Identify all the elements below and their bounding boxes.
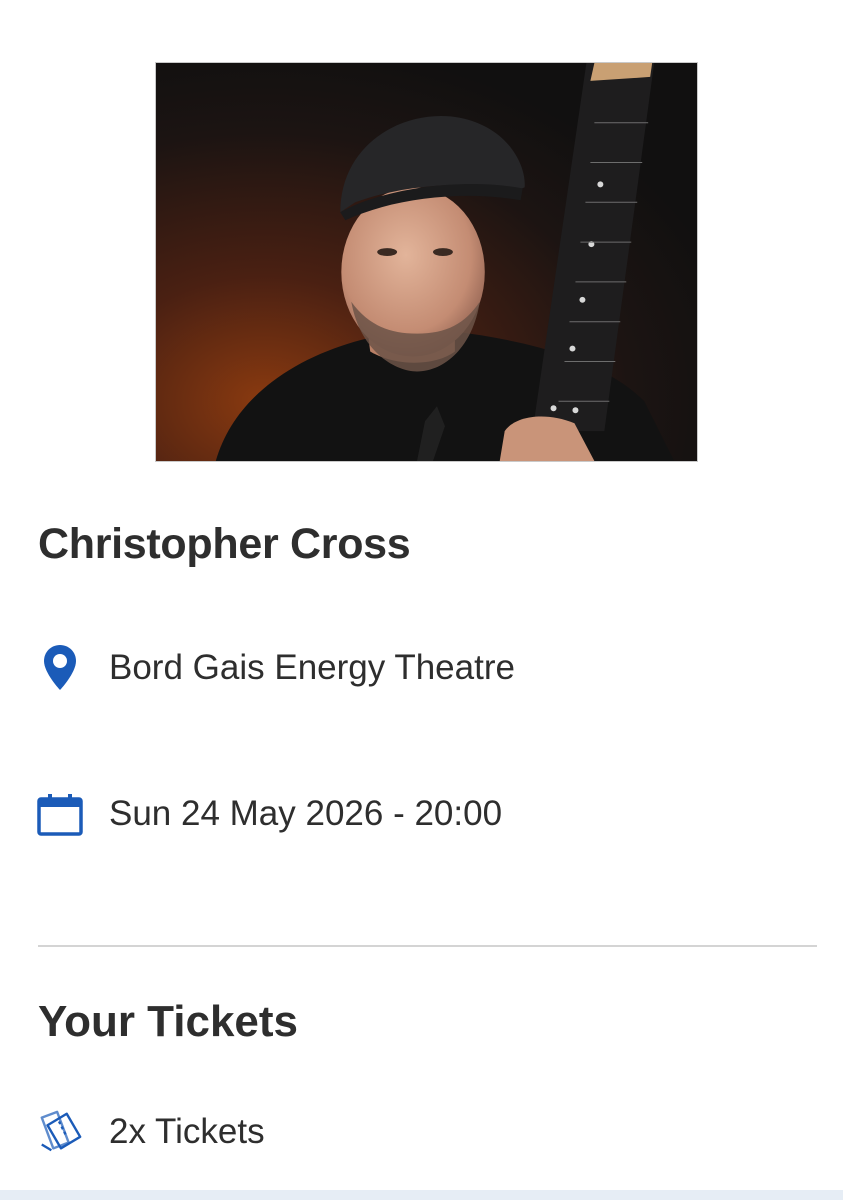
tickets-section-title: Your Tickets — [38, 997, 299, 1046]
date-row: Sun 24 May 2026 - 20:00 — [36, 789, 502, 839]
section-divider — [38, 945, 817, 947]
event-detail-page: Christopher Cross Bord Gais Energy Theat… — [0, 0, 843, 1200]
event-photo — [155, 62, 698, 462]
ticket-quantity: 2x Tickets — [109, 1112, 265, 1151]
artist-photo-illustration — [156, 63, 697, 461]
tickets-icon — [36, 1107, 84, 1157]
map-pin-icon — [36, 643, 84, 693]
calendar-icon — [36, 789, 84, 839]
event-datetime: Sun 24 May 2026 - 20:00 — [109, 794, 503, 833]
venue-row[interactable]: Bord Gais Energy Theatre — [36, 643, 515, 693]
bottom-panel-edge — [0, 1190, 843, 1200]
event-title: Christopher Cross — [38, 520, 411, 568]
venue-name: Bord Gais Energy Theatre — [109, 648, 515, 687]
tickets-row[interactable]: 2x Tickets — [36, 1107, 265, 1157]
